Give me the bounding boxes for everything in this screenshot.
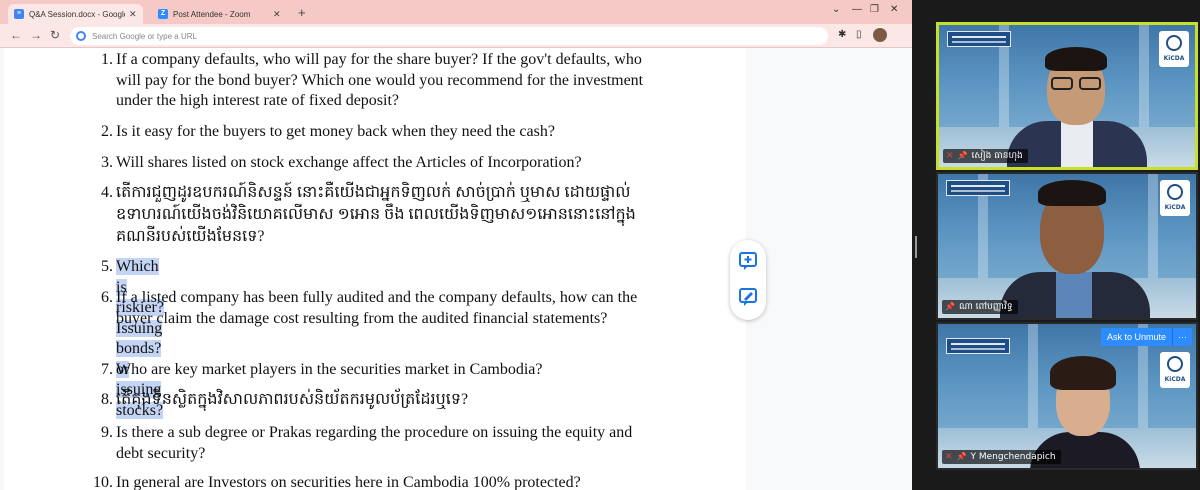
ask-to-unmute-control: Ask to Unmute ··· — [1100, 328, 1192, 346]
window-close-button[interactable]: ✕ — [890, 4, 898, 15]
document-pane: 1. If a company defaults, who will pay f… — [0, 48, 912, 490]
document-page[interactable]: 1. If a company defaults, who will pay f… — [4, 48, 746, 490]
maximize-button[interactable]: ❐ — [870, 4, 879, 15]
pin-icon: 📌 — [945, 302, 955, 311]
floating-toolbar — [730, 240, 766, 320]
tab-google-docs[interactable]: ≡ Q&A Session.docx - Google Docs ✕ — [8, 4, 143, 24]
virtual-background-nameplate — [947, 31, 1011, 47]
tab-strip: ≡ Q&A Session.docx - Google Docs ✕ Z Pos… — [0, 0, 912, 24]
forward-button[interactable]: → — [30, 28, 42, 42]
zoom-gallery-panel: KiCDA ✕ 📌 សៀង ធានហុង KiCDA 📌 ណា ពៅបញ្ញាវ… — [912, 0, 1200, 490]
zoom-icon: Z — [158, 9, 168, 19]
close-icon[interactable]: ✕ — [273, 9, 281, 20]
back-button[interactable]: ← — [10, 28, 22, 42]
address-bar[interactable]: Search Google or type a URL — [70, 27, 828, 45]
close-icon[interactable]: ✕ — [129, 9, 137, 20]
video-tile[interactable]: KiCDA 📌 ណា ពៅបញ្ញាវិទ្ធ — [936, 172, 1198, 320]
tab-label: Post Attendee - Zoom — [173, 9, 251, 19]
panel-resize-handle[interactable] — [915, 236, 917, 258]
navigation-bar: ← → ↻ Search Google or type a URL ✱ ▯ — [0, 24, 912, 48]
reload-button[interactable]: ↻ — [50, 28, 60, 42]
side-panel-icon[interactable]: ▯ — [856, 29, 862, 40]
virtual-background-nameplate — [946, 180, 1010, 196]
browser-window: ≡ Q&A Session.docx - Google Docs ✕ Z Pos… — [0, 0, 912, 490]
tab-zoom[interactable]: Z Post Attendee - Zoom ✕ — [152, 4, 287, 24]
suggest-edit-icon[interactable] — [738, 287, 758, 307]
minimize-button[interactable]: — — [852, 4, 862, 15]
tab-label: Q&A Session.docx - Google Docs — [29, 9, 125, 19]
profile-avatar[interactable] — [873, 28, 887, 42]
extensions-icon[interactable]: ✱ — [838, 29, 846, 40]
video-tile[interactable]: KiCDA Ask to Unmute ··· ✕ 📌 Y Mengchenda… — [936, 322, 1198, 470]
participant-name-tag: ✕ 📌 Y Mengchendapich — [942, 450, 1061, 464]
ask-to-unmute-button[interactable]: Ask to Unmute — [1100, 328, 1172, 346]
mic-muted-icon: ✕ — [946, 151, 954, 161]
organization-logo: KiCDA — [1159, 31, 1189, 67]
organization-logo: KiCDA — [1160, 180, 1190, 216]
google-icon — [76, 31, 86, 41]
address-placeholder: Search Google or type a URL — [92, 31, 197, 41]
participant-name-tag: 📌 ណា ពៅបញ្ញាវិទ្ធ — [942, 300, 1018, 314]
mic-muted-icon: ✕ — [945, 452, 953, 462]
organization-logo: KiCDA — [1160, 352, 1190, 388]
more-options-button[interactable]: ··· — [1172, 328, 1192, 346]
chevron-down-icon[interactable]: ⌄ — [832, 4, 840, 15]
google-docs-icon: ≡ — [14, 9, 24, 19]
virtual-background-nameplate — [946, 338, 1010, 354]
new-tab-button[interactable]: + — [298, 5, 306, 20]
pin-icon: 📌 — [956, 452, 967, 461]
video-tile[interactable]: KiCDA ✕ 📌 សៀង ធានហុង — [936, 22, 1198, 170]
pin-icon: 📌 — [957, 151, 968, 160]
add-comment-icon[interactable] — [738, 251, 758, 271]
participant-name-tag: ✕ 📌 សៀង ធានហុង — [943, 149, 1028, 163]
